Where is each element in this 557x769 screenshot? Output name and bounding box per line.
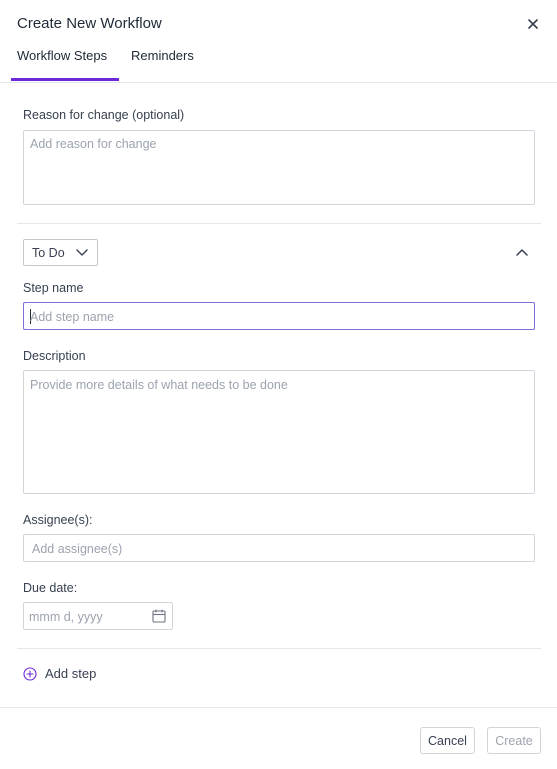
collapse-step-button[interactable]: [514, 244, 530, 260]
assignee-input[interactable]: Add assignee(s): [23, 534, 535, 562]
step-name-input[interactable]: Add step name: [23, 302, 535, 330]
step-name-label: Step name: [23, 281, 84, 295]
tab-workflow-steps[interactable]: Workflow Steps: [17, 48, 107, 63]
close-button[interactable]: [522, 13, 544, 35]
due-date-placeholder: mmm d, yyyy: [29, 610, 103, 624]
plus-circle-icon: [23, 666, 37, 681]
reason-label: Reason for change (optional): [23, 108, 185, 122]
add-step-button[interactable]: Add step: [23, 666, 96, 681]
modal-header: Create New Workflow Workflow Steps Remin…: [0, 0, 557, 83]
chevron-up-icon: [516, 249, 528, 256]
assignee-label: Assignee(s):: [23, 513, 93, 527]
calendar-icon[interactable]: [152, 609, 166, 623]
create-button[interactable]: Create: [487, 727, 541, 754]
modal-title: Create New Workflow: [17, 15, 162, 32]
description-label: Description: [23, 349, 86, 363]
cancel-button[interactable]: Cancel: [420, 727, 475, 754]
reason-textarea[interactable]: Add reason for change: [23, 130, 535, 205]
reason-placeholder: Add reason for change: [30, 137, 157, 151]
due-date-input[interactable]: mmm d, yyyy: [23, 602, 173, 630]
section-divider-bottom: [17, 648, 541, 649]
assignee-placeholder: Add assignee(s): [32, 542, 123, 556]
step-name-placeholder: Add step name: [30, 310, 115, 324]
due-date-label: Due date:: [23, 581, 78, 595]
description-textarea[interactable]: Provide more details of what needs to be…: [23, 370, 535, 494]
modal-footer: Cancel Create: [0, 707, 557, 769]
tab-reminders[interactable]: Reminders: [131, 48, 194, 63]
add-step-label: Add step: [45, 666, 97, 681]
description-placeholder: Provide more details of what needs to be…: [30, 378, 288, 392]
chevron-down-icon: [76, 249, 88, 256]
close-icon: [528, 19, 538, 29]
active-tab-indicator: [11, 78, 119, 81]
section-divider: [17, 223, 541, 224]
status-value: To Do: [32, 245, 65, 260]
create-workflow-modal: Create New Workflow Workflow Steps Remin…: [0, 0, 557, 769]
status-dropdown[interactable]: To Do: [23, 239, 98, 266]
